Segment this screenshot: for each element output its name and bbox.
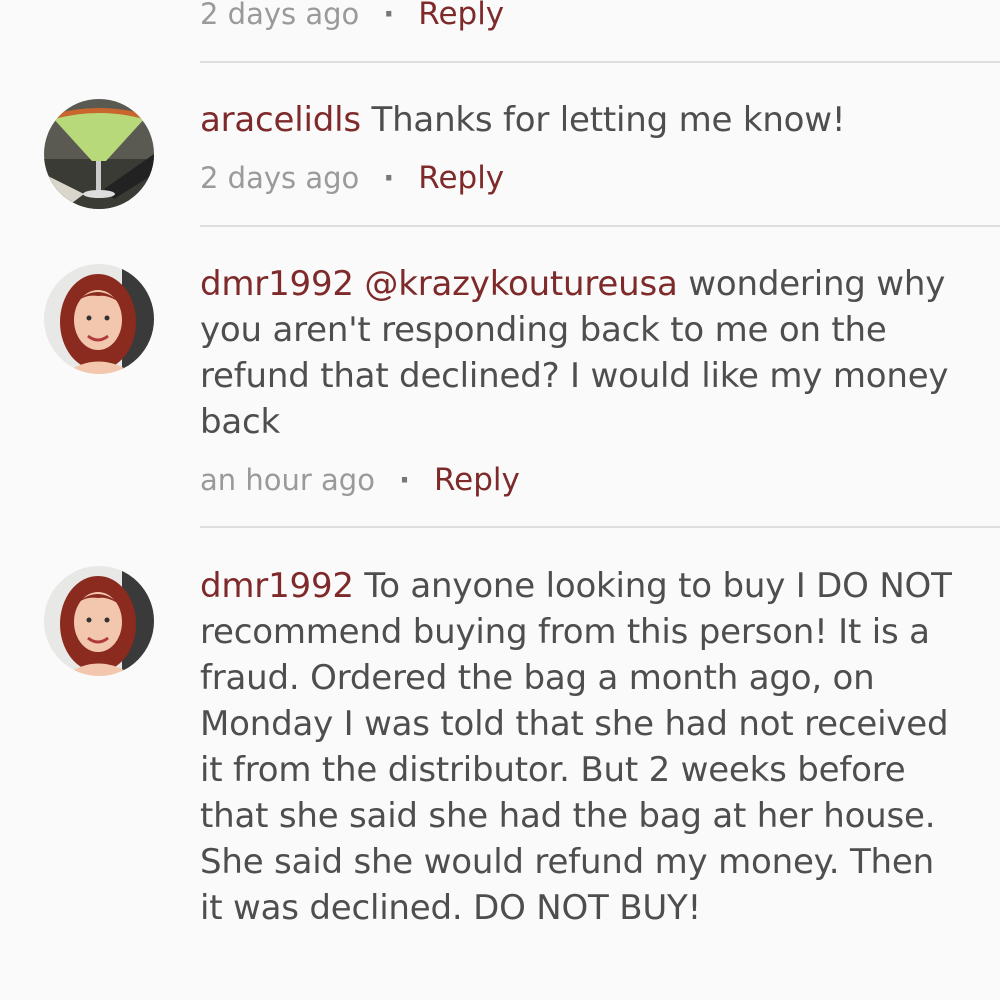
comment-divider: [200, 61, 1000, 63]
separator-dot: ·: [383, 161, 395, 195]
comment-username[interactable]: dmr1992: [200, 264, 354, 304]
separator-dot: ·: [398, 463, 410, 497]
comment-meta: 2 days ago · Reply: [200, 0, 504, 34]
profile-photo-woman-icon: [44, 566, 154, 676]
avatar[interactable]: [44, 566, 154, 676]
comment-body: dmr1992 To anyone looking to buy I DO NO…: [200, 563, 960, 931]
reply-button[interactable]: Reply: [434, 462, 520, 498]
comment-meta: an hour ago · Reply: [200, 460, 520, 500]
comment-time: 2 days ago: [200, 161, 360, 195]
comment-time: an hour ago: [200, 463, 375, 497]
comment-username[interactable]: aracelidls: [200, 100, 361, 140]
separator-dot: ·: [383, 0, 395, 31]
comment-username[interactable]: dmr1992: [200, 566, 354, 606]
comment-text: To anyone looking to buy I DO NOT recomm…: [200, 566, 952, 928]
comment-body: aracelidls Thanks for letting me know!: [200, 97, 960, 143]
comment-meta: 2 days ago · Reply: [200, 158, 504, 198]
mention-link[interactable]: @krazykoutureusa: [364, 264, 677, 304]
martini-glass-photo-icon: [44, 99, 154, 209]
profile-photo-woman-icon: [44, 264, 154, 374]
comment-divider: [200, 526, 1000, 528]
comment-body: dmr1992 @krazykoutureusa wondering why y…: [200, 261, 960, 445]
comments-page: 2 days ago · Reply aracelidls Thanks for l…: [0, 0, 1000, 1000]
reply-button[interactable]: Reply: [418, 0, 504, 32]
reply-button[interactable]: Reply: [418, 160, 504, 196]
comment-time: 2 days ago: [200, 0, 360, 31]
comment-text: Thanks for letting me know!: [371, 100, 846, 140]
comment-divider: [200, 225, 1000, 227]
avatar[interactable]: [44, 264, 154, 374]
avatar[interactable]: [44, 99, 154, 209]
